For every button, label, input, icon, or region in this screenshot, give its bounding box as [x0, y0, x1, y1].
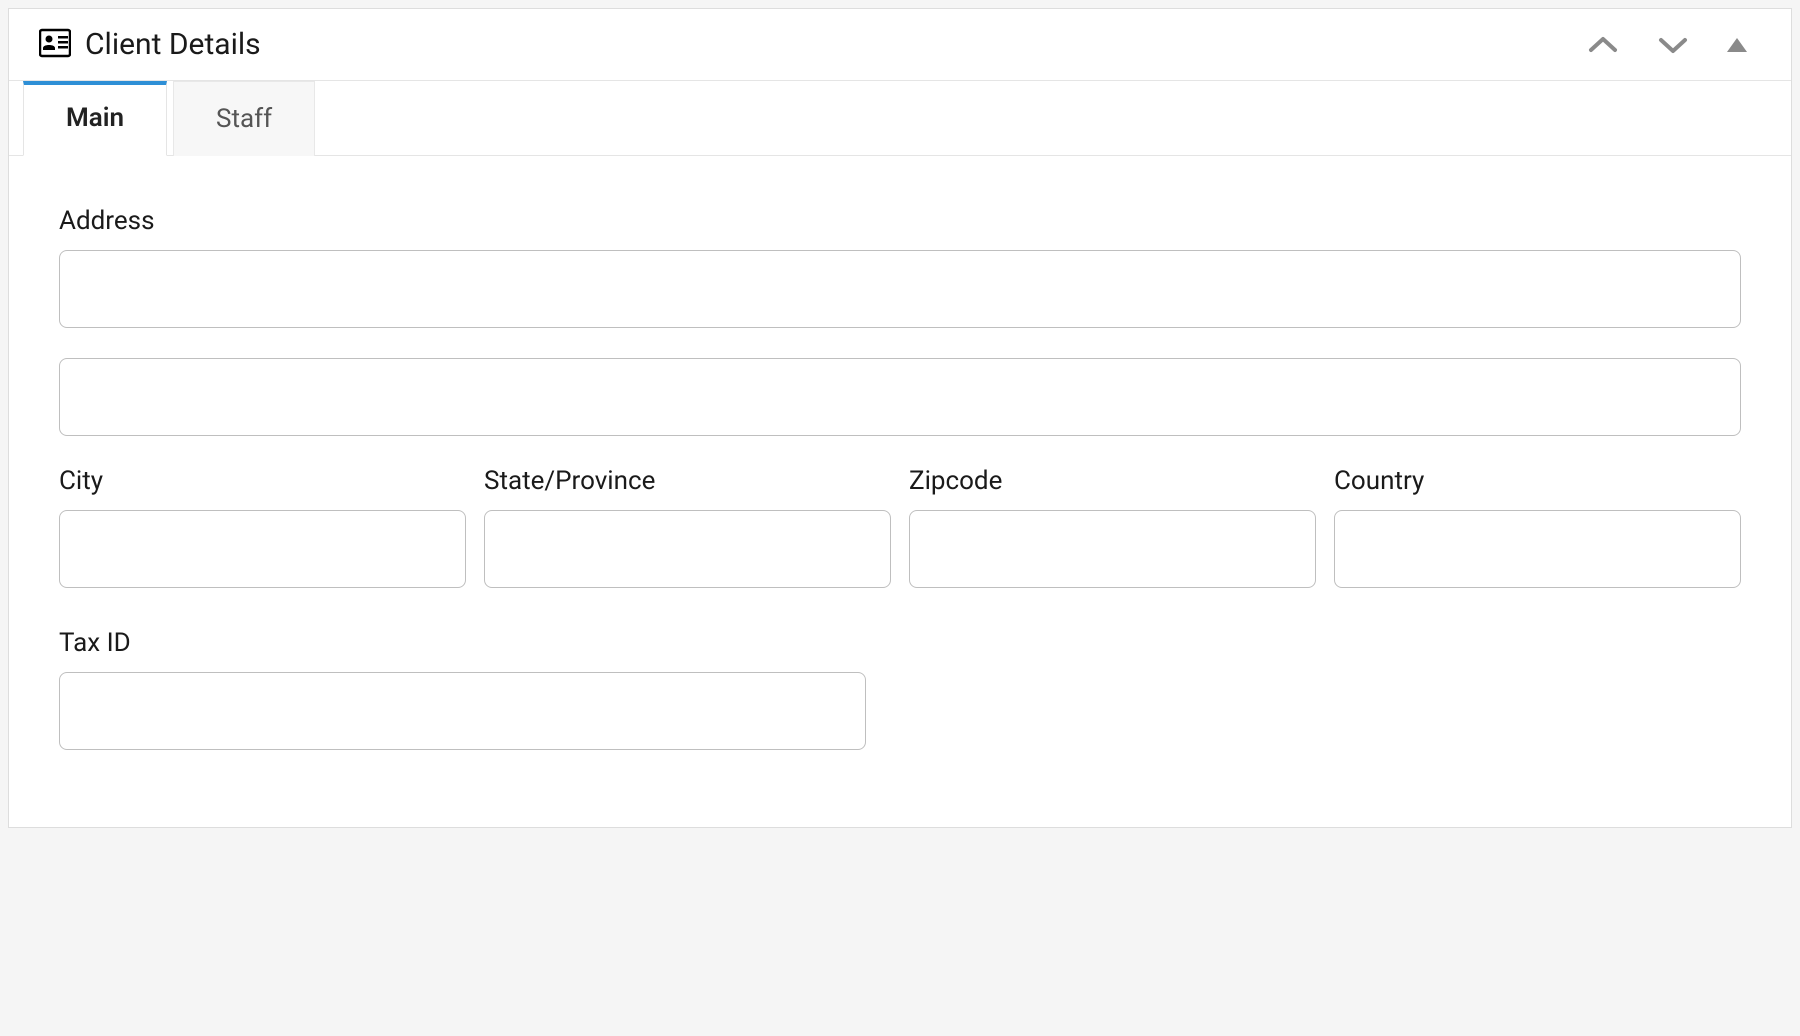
panel-header: Client Details: [9, 9, 1791, 81]
state-input[interactable]: [484, 510, 891, 588]
zip-label: Zipcode: [909, 466, 1316, 496]
zip-input[interactable]: [909, 510, 1316, 588]
taxid-input[interactable]: [59, 672, 866, 750]
tab-staff[interactable]: Staff: [173, 81, 315, 156]
panel-title: Client Details: [85, 27, 261, 62]
address-line1-input[interactable]: [59, 250, 1741, 328]
tab-label: Staff: [216, 104, 272, 134]
address-line2-input[interactable]: [59, 358, 1741, 436]
tab-label: Main: [66, 103, 124, 133]
city-label: City: [59, 466, 466, 496]
country-label: Country: [1334, 466, 1741, 496]
client-details-panel: Client Details Main Staff Address: [8, 8, 1792, 828]
location-row: City State/Province Zipcode Country: [59, 466, 1741, 588]
collapse-triangle-icon[interactable]: [1723, 34, 1751, 56]
state-label: State/Province: [484, 466, 891, 496]
id-card-icon: [39, 28, 71, 62]
address-group: Address: [59, 206, 1741, 436]
address-label: Address: [59, 206, 1741, 236]
city-input[interactable]: [59, 510, 466, 588]
zip-group: Zipcode: [909, 466, 1316, 588]
chevron-down-icon[interactable]: [1653, 30, 1693, 60]
panel-header-controls: [1583, 30, 1761, 60]
form-body: Address City State/Province Zipcode Coun…: [9, 156, 1791, 770]
country-input[interactable]: [1334, 510, 1741, 588]
state-group: State/Province: [484, 466, 891, 588]
chevron-up-icon[interactable]: [1583, 30, 1623, 60]
panel-header-left: Client Details: [39, 27, 261, 62]
city-group: City: [59, 466, 466, 588]
taxid-group: Tax ID: [59, 628, 866, 750]
tab-main[interactable]: Main: [23, 81, 167, 156]
tab-bar: Main Staff: [9, 80, 1791, 156]
country-group: Country: [1334, 466, 1741, 588]
taxid-label: Tax ID: [59, 628, 866, 658]
